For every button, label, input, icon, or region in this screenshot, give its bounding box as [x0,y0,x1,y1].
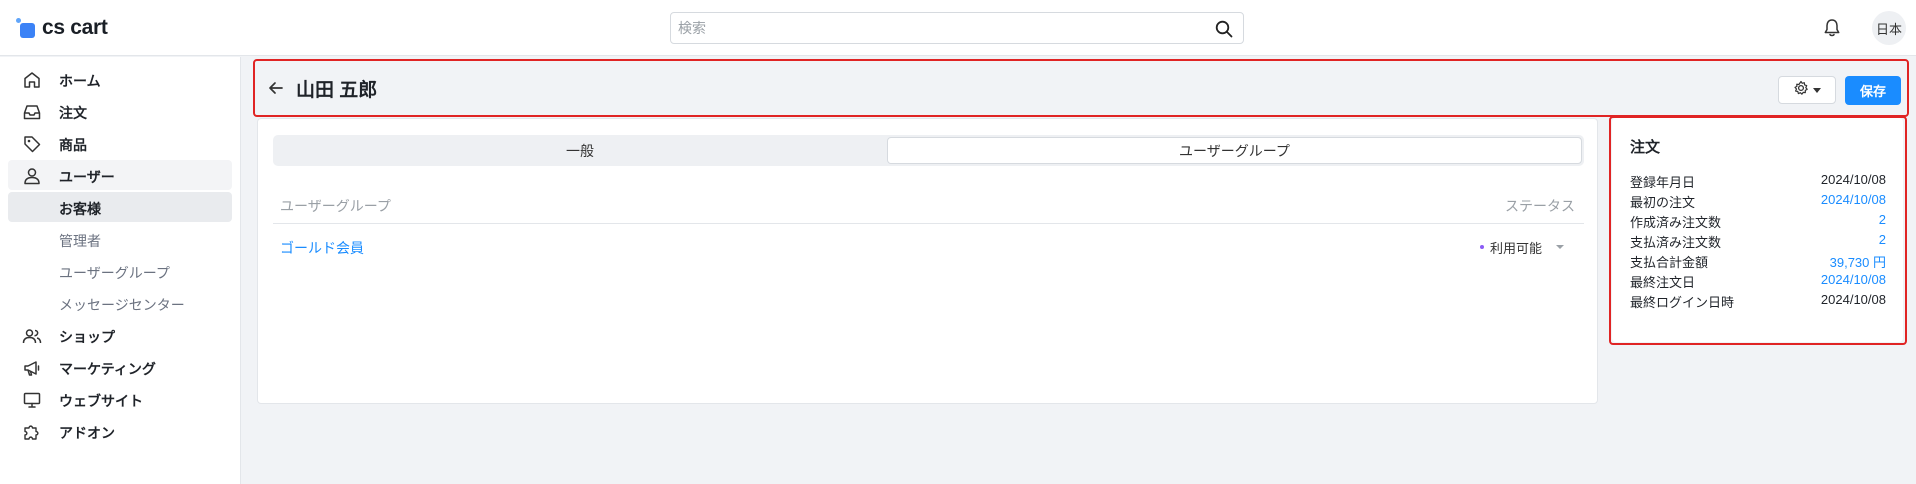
stat-value-link[interactable]: 2024/10/08 [1821,272,1886,287]
logo-icon [16,18,36,38]
sidebar-item-label: ウェブサイト [59,393,143,409]
top-bar: cs cart 日本 [0,0,1916,56]
sidebar-item-label: 商品 [59,137,87,153]
stat-value-link[interactable]: 39,730 円 [1830,252,1886,271]
sidebar-item-label: アドオン [59,425,115,441]
users-icon [22,326,42,346]
stat-label: 支払済み注文数 [1630,235,1722,250]
sidebar-item-shops[interactable]: ショップ [8,320,232,350]
stat-value: 2024/10/08 [1820,292,1886,307]
monitor-icon [22,390,42,410]
back-arrow-icon[interactable] [266,78,286,98]
stat-row-registered: 登録年月日 2024/10/08 [1630,172,1886,192]
sidebar-item-label: マーケティング [59,361,156,377]
stat-label: 登録年月日 [1630,175,1696,190]
stat-value-link[interactable]: 2024/10/08 [1821,192,1886,207]
save-button[interactable]: 保存 [1845,76,1901,105]
home-icon [22,70,42,90]
tab-general[interactable]: 一般 [275,137,885,164]
stat-row-paid-orders: 支払済み注文数 2 [1630,232,1886,252]
stat-value: 2024/10/08 [1820,172,1886,187]
column-header-status: ステータス [1505,198,1575,214]
stat-label: 最初の注文 [1630,195,1696,210]
main-card: 一般 ユーザーグループ ユーザーグループ ステータス ゴールド会員 利用可能 [257,118,1598,404]
stat-row-last-order: 最終注文日 2024/10/08 [1630,272,1886,292]
divider [273,223,1584,224]
sidebar-item-addons[interactable]: アドオン [8,416,232,446]
sidebar-item-home[interactable]: ホーム [8,64,232,94]
bell-icon[interactable] [1820,16,1844,40]
sidebar-item-products[interactable]: 商品 [8,128,232,158]
sidebar-item-users[interactable]: ユーザー [8,160,232,190]
tab-usergroups[interactable]: ユーザーグループ [887,137,1582,164]
stat-row-first-order: 最初の注文 2024/10/08 [1630,192,1886,212]
sidebar-subitem-label: お客様 [59,201,101,217]
sidebar-subitem-administrators[interactable]: 管理者 [8,224,232,254]
logo-text: cs cart [42,16,108,39]
status-dropdown[interactable]: 利用可能 [1480,237,1565,257]
stat-row-created-orders: 作成済み注文数 2 [1630,212,1886,232]
avatar[interactable]: 日本 [1872,11,1906,45]
sidebar-item-website[interactable]: ウェブサイト [8,384,232,414]
logo[interactable]: cs cart [16,16,108,40]
stat-label: 作成済み注文数 [1630,215,1722,230]
sidebar: ホーム 注文 商品 ユーザー お客様 管理者 ユーザーグループ メッセージセンタ… [0,57,241,484]
side-card-title: 注文 [1630,139,1661,156]
sidebar-item-marketing[interactable]: マーケティング [8,352,232,382]
status-label: 利用可能 [1490,240,1543,256]
sidebar-item-label: ユーザー [59,169,115,185]
sidebar-subitem-label: 管理者 [59,233,101,249]
chevron-down-icon [1813,87,1821,93]
column-header-usergroup: ユーザーグループ [280,198,391,214]
sidebar-item-label: ホーム [59,73,101,89]
sidebar-item-label: 注文 [59,105,87,121]
inbox-icon [22,102,42,122]
stat-value-link[interactable]: 2 [1879,232,1886,247]
sidebar-subitem-label: ユーザーグループ [59,265,170,281]
search-input[interactable] [671,13,1191,43]
chevron-down-icon [1556,245,1565,249]
tab-bar: 一般 ユーザーグループ [273,135,1584,166]
sidebar-item-label: ショップ [59,329,115,345]
sidebar-item-orders[interactable]: 注文 [8,96,232,126]
page-header: 山田 五郎 保存 [256,61,1906,115]
status-dot [1480,245,1484,249]
search-icon[interactable] [1213,18,1235,40]
stat-label: 支払合計金額 [1630,255,1709,270]
sidebar-subitem-usergroups[interactable]: ユーザーグループ [8,256,232,286]
stat-label: 最終ログイン日時 [1630,295,1735,310]
stat-label: 最終注文日 [1630,275,1696,290]
gear-icon [1793,80,1809,101]
stat-row-total-paid: 支払合計金額 39,730 円 [1630,252,1886,272]
page-title: 山田 五郎 [296,80,378,101]
stat-value-link[interactable]: 2 [1879,212,1886,227]
user-icon [22,166,42,186]
search-box [670,12,1244,44]
settings-dropdown-button[interactable] [1778,76,1836,104]
megaphone-icon [22,358,42,378]
usergroup-link[interactable]: ゴールド会員 [280,238,364,258]
sidebar-subitem-customers[interactable]: お客様 [8,192,232,222]
tag-icon [22,134,42,154]
sidebar-subitem-message-center[interactable]: メッセージセンター [8,288,232,318]
puzzle-icon [22,422,42,442]
stat-row-last-login: 最終ログイン日時 2024/10/08 [1630,292,1886,312]
order-summary-card: 注文 登録年月日 2024/10/08 最初の注文 2024/10/08 作成済… [1612,118,1903,342]
sidebar-subitem-label: メッセージセンター [59,297,185,313]
